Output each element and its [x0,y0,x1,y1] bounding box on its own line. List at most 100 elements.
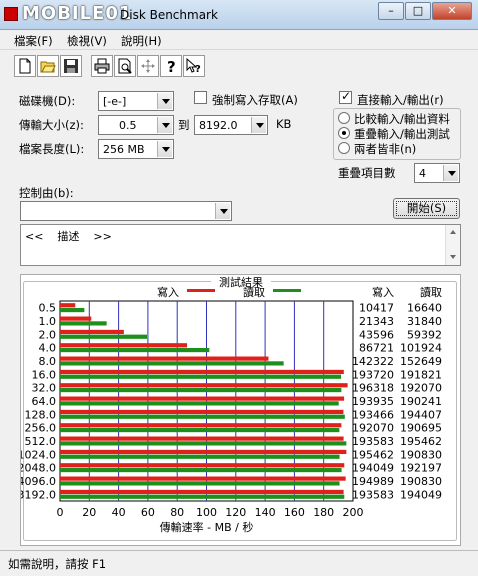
value-write: 193583 [352,488,394,501]
transfer-from-value: 0.5 [119,119,137,132]
radio-overlap-io-label[interactable]: 重疊輸入/輸出測試 [354,126,450,142]
x-tick-label: 100 [196,506,217,519]
chevron-down-icon[interactable] [215,203,230,219]
description-scrollbar[interactable] [445,225,460,265]
bar-read [60,401,339,406]
bar-read [60,334,148,339]
svg-text:?: ? [167,58,176,74]
value-write: 193935 [352,395,394,408]
direct-io-label[interactable]: 直接輸入/輸出(r) [357,92,444,108]
bar-read [60,347,210,353]
radio-overlap-io[interactable] [338,127,350,139]
force-write-checkbox[interactable] [194,91,207,104]
scroll-down-icon[interactable] [446,250,461,265]
bar-read [60,494,345,499]
radio-neither[interactable] [338,142,350,154]
new-icon[interactable] [14,55,36,77]
value-write: 21343 [359,315,394,328]
value-read: 194049 [400,488,442,501]
app-icon[interactable] [4,7,18,21]
radio-neither-label[interactable]: 兩者皆非(n) [354,141,416,157]
radio-compare-io[interactable] [338,112,350,124]
chevron-down-icon[interactable] [157,93,172,109]
direct-io-checkbox[interactable] [339,89,352,104]
help-icon[interactable]: ? [160,55,182,77]
scroll-up-icon[interactable] [446,225,461,240]
status-text: 如需說明，請按 F1 [8,557,107,571]
legend-read-label: 讀取 [243,285,265,299]
maximize-button[interactable]: □ [405,2,431,20]
x-tick-label: 20 [82,506,96,519]
y-tick-label: 256.0 [25,422,57,435]
column-read-header: 讀取 [420,285,442,299]
bar-write [60,303,76,308]
start-button[interactable]: 開始(S) [393,198,460,219]
file-length-label: 檔案長度(L): [19,142,85,156]
radio-compare-io-label[interactable]: 比較輸入/輸出資料 [354,111,450,127]
legend-write-swatch [187,289,215,292]
menu-file[interactable]: 檔案(F) [14,33,53,49]
value-read: 190695 [400,422,442,435]
toolbar: ? ? [14,52,206,80]
file-length-select[interactable]: 256 MB [98,139,174,159]
x-tick-label: 120 [225,506,246,519]
bar-read [60,307,85,313]
results-panel: 測試結果 寫入 讀取 寫入 讀取 0 20 40 60 80 100 120 140 160 180 200 傳… [18,274,461,546]
drive-select[interactable]: [-e-] [98,91,174,111]
force-write-label[interactable]: 強制寫入存取(A) [212,92,298,108]
value-read: 191821 [400,368,442,381]
chevron-down-icon[interactable] [251,117,266,133]
overlap-count-select[interactable]: 4 [414,163,460,183]
move-icon[interactable] [137,55,159,77]
value-write: 193466 [352,408,394,421]
print-icon[interactable] [91,55,113,77]
bar-write [60,369,344,375]
x-tick-label: 80 [170,506,184,519]
bar-read [60,387,342,393]
y-tick-label: 64.0 [32,395,57,408]
svg-text:?: ? [195,64,201,74]
start-button-label: 開始(S) [406,201,447,215]
close-button[interactable]: ✕ [432,2,472,20]
chevron-down-icon[interactable] [157,117,172,133]
menu-help[interactable]: 說明(H) [121,33,162,49]
value-read: 152649 [400,355,442,368]
open-icon[interactable] [37,55,59,77]
drive-label: 磁碟機(D): [19,94,76,108]
window-title: Disk Benchmark [120,8,218,22]
transfer-from-select[interactable]: 0.5 [98,115,174,135]
transfer-to-select[interactable]: 8192.0 [194,115,268,135]
value-write: 193583 [352,435,394,448]
kb-label: KB [276,117,292,131]
transfer-size-label: 傳輸大小(z): [19,118,84,132]
bar-write [60,396,345,401]
control-select[interactable] [20,201,232,221]
y-tick-label: 3192.0 [21,488,56,501]
results-chart: 測試結果寫入 讀取 寫入 讀取0 20 40 60 80 100 120 140 160 180 200傳… [18,275,457,541]
legend-write-label: 寫入 [157,285,179,299]
context-help-icon[interactable]: ? [183,55,205,77]
value-read: 31840 [407,315,442,328]
value-read: 194407 [400,408,442,421]
value-write: 193720 [352,368,394,381]
save-icon[interactable] [60,55,82,77]
chevron-down-icon[interactable] [157,141,172,157]
value-read: 101924 [400,342,442,355]
menu-view[interactable]: 檢視(V) [67,33,107,49]
print-preview-icon[interactable] [114,55,136,77]
description-text: << 描述 >> [25,230,112,243]
chevron-down-icon[interactable] [443,165,458,181]
bar-write [60,409,344,415]
bar-write [60,463,345,468]
value-write: 195462 [352,448,394,461]
value-write: 196318 [352,382,394,395]
transfer-to-value: 8192.0 [199,119,238,132]
drive-value: [-e-] [103,95,127,108]
value-read: 192070 [400,382,442,395]
minimize-button[interactable]: – [378,2,404,20]
bar-write [60,383,348,388]
description-memo[interactable]: << 描述 >> [20,224,461,266]
x-axis-label: 傳輸速率 - MB / 秒 [160,520,254,534]
x-tick-label: 40 [112,506,126,519]
value-write: 192070 [352,422,394,435]
